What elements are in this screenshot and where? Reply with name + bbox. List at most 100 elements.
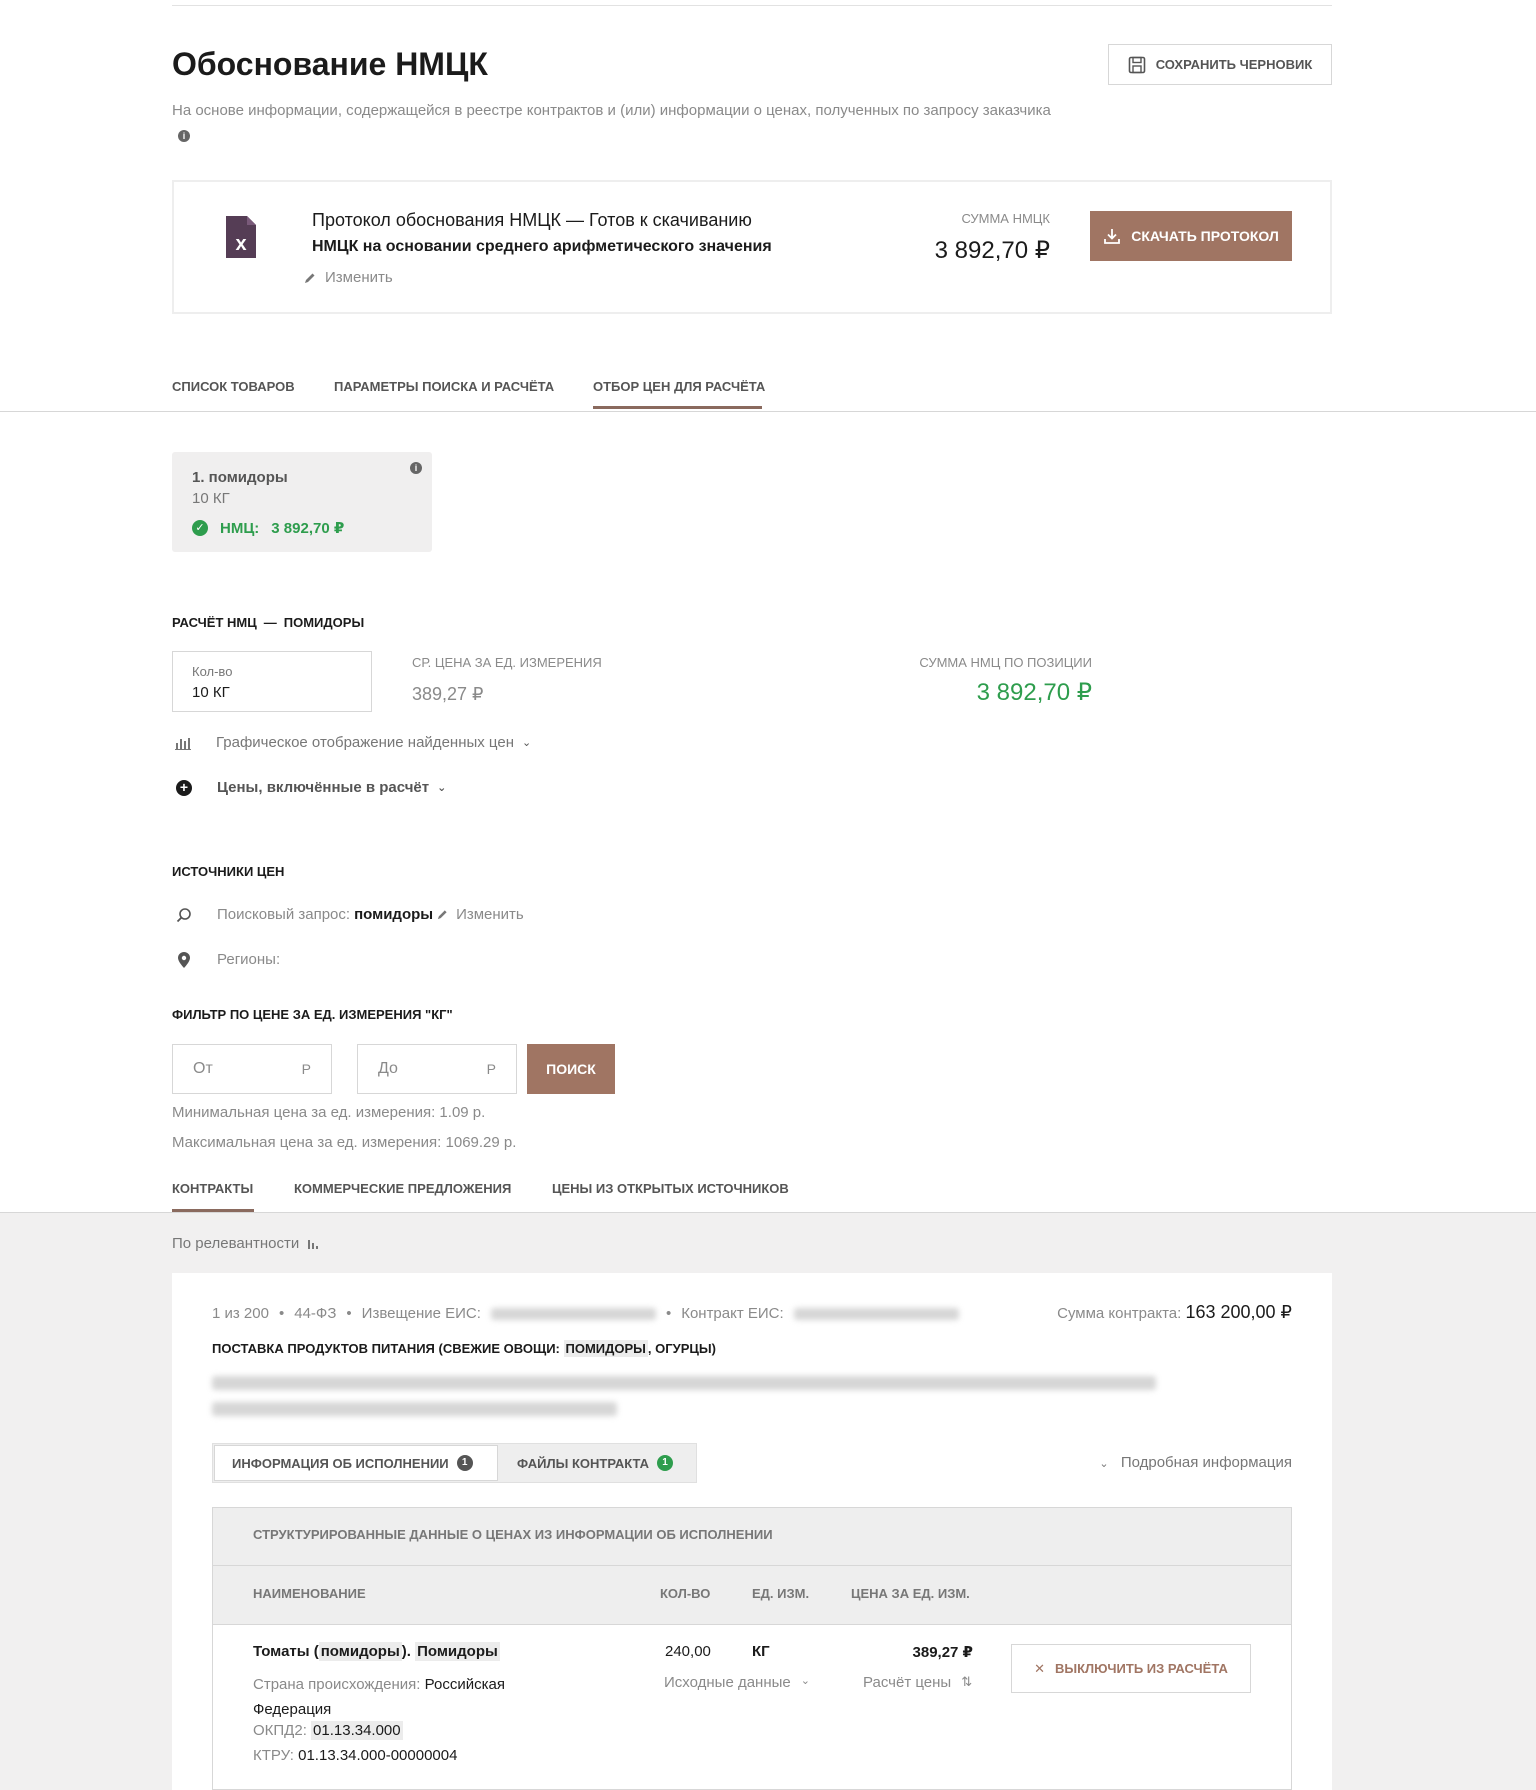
active-tab-underline bbox=[593, 406, 762, 409]
row-ktru: КТРУ: 01.13.34.000-00000004 bbox=[253, 1747, 457, 1764]
check-circle-icon: ✓ bbox=[192, 520, 208, 536]
included-prices-toggle[interactable]: + Цены, включённые в расчёт ⌄ bbox=[176, 779, 446, 796]
item-nmc-label: НМЦ: bbox=[220, 519, 260, 537]
row-price: 389,27 ₽ bbox=[912, 1644, 973, 1661]
row-origin: Страна происхождения: Российская Федерац… bbox=[253, 1672, 543, 1722]
item-nmc: ✓ НМЦ: 3 892,70 ₽ bbox=[192, 519, 344, 537]
row-okpd: ОКПД2: 01.13.34.000 bbox=[253, 1721, 403, 1740]
origin-label: Страна происхождения: bbox=[253, 1676, 421, 1693]
item-title: 1. помидоры bbox=[192, 469, 288, 486]
protocol-edit-link[interactable]: Изменить bbox=[304, 269, 393, 286]
execution-count-badge: 1 bbox=[456, 1455, 473, 1471]
currency-suffix: Р bbox=[301, 1061, 311, 1077]
top-divider bbox=[172, 5, 1332, 6]
page-subtitle-text: На основе информации, содержащейся в рее… bbox=[172, 102, 1051, 119]
segment-execution-label: Информация об исполнении bbox=[232, 1455, 449, 1471]
sources-heading: Источники цен bbox=[172, 864, 285, 879]
floppy-disk-icon bbox=[1128, 56, 1146, 73]
detail-info-toggle[interactable]: ⌄ Подробная информация bbox=[1080, 1454, 1292, 1471]
row-qty: 240,00 bbox=[665, 1643, 711, 1660]
price-from-input[interactable]: От Р bbox=[172, 1044, 332, 1094]
price-calc-toggle[interactable]: Расчёт цены ⇅ bbox=[863, 1674, 972, 1691]
results-divider bbox=[0, 1212, 1536, 1213]
download-protocol-button[interactable]: Скачать протокол bbox=[1090, 211, 1292, 261]
price-to-input[interactable]: До Р bbox=[357, 1044, 517, 1094]
source-data-toggle[interactable]: Исходные данные ⌄ bbox=[664, 1674, 810, 1691]
col-header-name: Наименование bbox=[253, 1586, 366, 1601]
table-caption: Структурированные данные о ценах из инфо… bbox=[253, 1527, 773, 1542]
max-price-note: Максимальная цена за ед. измерения: 1069… bbox=[172, 1134, 517, 1151]
meta-separator: • bbox=[278, 1305, 285, 1322]
price-chart-label: Графическое отображение найденных цен bbox=[216, 734, 514, 751]
sort-label: По релевантности bbox=[172, 1235, 300, 1252]
tab-open-sources[interactable]: Цены из открытых источников bbox=[552, 1181, 789, 1196]
protocol-edit-label: Изменить bbox=[325, 269, 393, 286]
location-pin-icon bbox=[178, 951, 190, 968]
quantity-field[interactable] bbox=[172, 651, 372, 712]
tab-goods-list[interactable]: Список товаров bbox=[172, 379, 295, 394]
excel-file-icon: x bbox=[226, 216, 256, 258]
search-query-label: Поисковый запрос: bbox=[217, 906, 351, 923]
calc-heading-dash: — bbox=[263, 615, 277, 630]
okpd-label: ОКПД2: bbox=[253, 1722, 307, 1739]
download-icon bbox=[1104, 229, 1121, 244]
table-divider bbox=[213, 1565, 1291, 1566]
contract-sum: Сумма контракта: 163 200,00 ₽ bbox=[960, 1302, 1292, 1323]
ktru-label: КТРУ: bbox=[253, 1747, 294, 1764]
segment-contract-files[interactable]: Файлы контракта 1 bbox=[517, 1455, 674, 1471]
calc-heading-item: помидоры bbox=[283, 615, 365, 630]
redacted-customer-line-1 bbox=[212, 1376, 1156, 1390]
chevron-down-icon: ⌄ bbox=[437, 782, 447, 794]
sort-relevance[interactable]: По релевантности bbox=[172, 1235, 319, 1252]
item-qty: 10 КГ bbox=[192, 490, 230, 507]
search-query-edit-link[interactable]: Изменить bbox=[456, 906, 524, 923]
search-query-row: Поисковый запрос: помидоры Изменить bbox=[176, 906, 524, 923]
included-prices-label: Цены, включённые в расчёт bbox=[217, 779, 430, 796]
save-draft-button[interactable]: Сохранить черновик bbox=[1108, 44, 1332, 85]
plus-circle-icon: + bbox=[176, 779, 192, 796]
item-info-icon[interactable]: i bbox=[410, 462, 422, 474]
avg-price-value: 389,27 ₽ bbox=[412, 684, 484, 704]
segment-execution-info[interactable]: Информация об исполнении 1 bbox=[232, 1455, 473, 1471]
contract-position: 1 из 200 bbox=[212, 1305, 269, 1322]
tab-search-params[interactable]: Параметры поиска и расчёта bbox=[334, 379, 554, 394]
pencil-icon bbox=[437, 910, 447, 920]
contract-law: 44-ФЗ bbox=[294, 1305, 337, 1322]
chevron-down-icon: ⌄ bbox=[800, 1675, 810, 1687]
ktru-value: 01.13.34.000-00000004 bbox=[298, 1747, 458, 1764]
min-price-note: Минимальная цена за ед. измерения: 1.09 … bbox=[172, 1104, 486, 1121]
search-query-value: помидоры bbox=[354, 906, 434, 923]
chevron-down-icon: ⌄ bbox=[1099, 1458, 1109, 1470]
tab-contracts[interactable]: Контракты bbox=[172, 1181, 253, 1196]
tabs-divider bbox=[0, 411, 1536, 412]
contract-title-start: Поставка продуктов питания (свежие овощи… bbox=[212, 1341, 564, 1356]
contract-title[interactable]: Поставка продуктов питания (свежие овощи… bbox=[212, 1340, 716, 1357]
page-subtitle: На основе информации, содержащейся в рее… bbox=[172, 98, 1072, 148]
notice-label: Извещение ЕИС: bbox=[361, 1305, 481, 1322]
bar-chart-icon bbox=[175, 737, 191, 750]
position-sum-label: Сумма НМЦ по позиции bbox=[919, 655, 1092, 670]
table-divider bbox=[213, 1624, 1291, 1625]
files-count-badge: 1 bbox=[657, 1455, 674, 1471]
protocol-subtitle: НМЦК на основании среднего арифметическо… bbox=[312, 238, 772, 255]
protocol-title: Протокол обоснования НМЦК — Готов к скач… bbox=[312, 210, 752, 230]
pencil-icon bbox=[305, 273, 315, 283]
price-chart-toggle[interactable]: Графическое отображение найденных цен ⌄ bbox=[175, 734, 531, 751]
product-name-highlight: помидоры bbox=[318, 1642, 402, 1661]
redacted-contract-number bbox=[793, 1307, 959, 1320]
contract-eis-label: Контракт ЕИС: bbox=[681, 1305, 784, 1322]
calc-heading-prefix: Расчёт НМЦ bbox=[172, 615, 257, 630]
nmck-label: Сумма НМЦК bbox=[961, 211, 1050, 226]
chevron-down-icon: ⌄ bbox=[521, 737, 532, 749]
col-header-qty: Кол-во bbox=[660, 1586, 711, 1601]
tab-price-selection[interactable]: Отбор цен для расчёта bbox=[593, 379, 765, 394]
exclude-label: Выключить из расчёта bbox=[1055, 1661, 1228, 1676]
quantity-label: Кол-во bbox=[192, 664, 233, 679]
price-calc-label: Расчёт цены bbox=[863, 1674, 952, 1691]
product-name-highlight: Помидоры bbox=[415, 1642, 500, 1661]
info-icon[interactable]: i bbox=[178, 130, 190, 143]
price-filter-heading: Фильтр по цене за ед. измерения "кг" bbox=[172, 1007, 453, 1022]
tab-commercial-offers[interactable]: Коммерческие предложения bbox=[294, 1181, 511, 1196]
search-button[interactable]: Поиск bbox=[527, 1044, 615, 1094]
exclude-from-calc-button[interactable]: ✕ Выключить из расчёта bbox=[1011, 1644, 1251, 1693]
